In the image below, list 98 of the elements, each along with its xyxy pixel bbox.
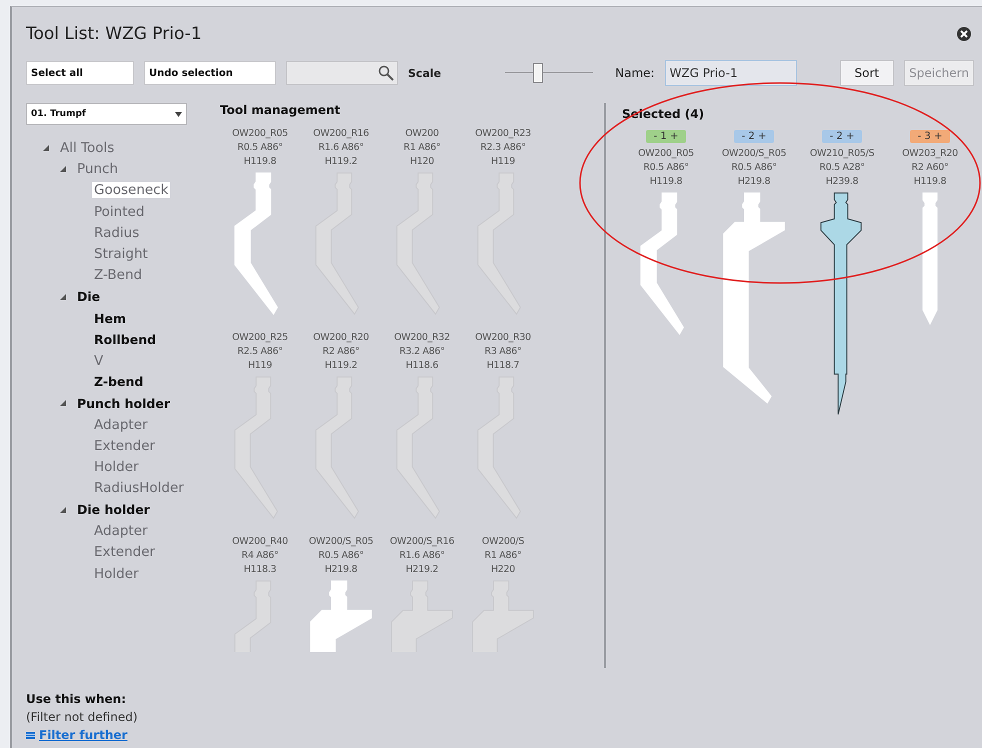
tool-height: H118.3 — [244, 563, 276, 577]
tool-height: H119.8 — [650, 175, 682, 189]
tree-item[interactable]: Hem — [92, 310, 128, 326]
dropdown-arrow-icon — [175, 112, 182, 116]
expand-triangle-icon[interactable] — [60, 166, 66, 172]
tool-height: H119.8 — [914, 175, 946, 189]
tree-item[interactable]: Z-Bend — [92, 267, 144, 284]
select-all-button[interactable]: Select all — [26, 61, 134, 85]
tool-spec: R0.5 A28° — [819, 161, 865, 175]
tool-height: H219.8 — [738, 175, 770, 189]
tool-spec: R1.6 A86° — [318, 141, 364, 155]
tool-height: H219.8 — [324, 563, 358, 577]
tree-item[interactable]: Punch holder — [75, 396, 172, 411]
tool-name: OW200_R40 — [232, 535, 288, 549]
tool-name: OW210_R05/S — [810, 147, 874, 161]
scale-slider[interactable] — [505, 61, 594, 85]
slider-thumb[interactable] — [532, 63, 543, 83]
expand-triangle-icon[interactable] — [60, 294, 66, 300]
tool-spec: R3.2 A86° — [399, 345, 445, 359]
tool-spec: R2.5 A86° — [237, 345, 283, 359]
tool-spec: R2.3 A86° — [480, 141, 526, 155]
tool-spec: R0.5 A86° — [318, 549, 364, 563]
list-icon — [26, 732, 35, 738]
tool-height: H119.8 — [244, 155, 276, 169]
tool-name: OW200_R05 — [638, 147, 694, 161]
tool-name: OW200/S_R05 — [722, 147, 786, 161]
tree-item[interactable]: Die holder — [75, 502, 152, 518]
expand-triangle-icon[interactable] — [43, 144, 49, 151]
search-icon — [378, 65, 394, 81]
tool-height: H120 — [410, 155, 434, 169]
tree-item[interactable]: Adapter — [92, 522, 150, 539]
tool-spec: R0.5 A86° — [731, 161, 777, 175]
tool-name: OW200_R05 — [232, 127, 288, 141]
tree-item[interactable]: All Tools — [58, 140, 116, 156]
tool-height: H220 — [490, 563, 516, 577]
scale-label: Scale — [408, 66, 442, 80]
tool-spec: R1 A86° — [404, 141, 440, 155]
tool-name: OW200_R32 — [394, 331, 450, 345]
tree-item[interactable]: Pointed — [92, 204, 146, 220]
search-field[interactable] — [286, 61, 398, 85]
tree-item[interactable]: Die — [75, 289, 102, 304]
manufacturer-dropdown[interactable]: 01. Trumpf — [26, 103, 187, 125]
tree-item[interactable]: Punch — [75, 160, 120, 177]
tool-spec: R1 A86° — [484, 549, 522, 563]
tool-height: H119.2 — [324, 155, 358, 169]
name-label: Name: — [615, 66, 655, 80]
filter-status: (Filter not defined) — [26, 710, 139, 724]
sort-button[interactable]: Sort — [840, 60, 894, 86]
quantity-badge[interactable]: - 3 + — [910, 130, 950, 143]
tree-item[interactable]: Straight — [92, 246, 150, 262]
tool-name: OW200_R16 — [313, 127, 369, 141]
tree-item[interactable]: Z-bend — [92, 374, 146, 390]
tool-height: H119 — [248, 359, 272, 373]
quantity-badge[interactable]: - 1 + — [646, 130, 686, 143]
tree-item[interactable]: RadiusHolder — [92, 480, 186, 496]
name-field[interactable]: WZG Prio-1 — [664, 60, 797, 86]
tree-item[interactable]: Holder — [92, 566, 141, 582]
tool-name: OW200_R20 — [313, 331, 369, 345]
quantity-badge[interactable]: - 2 + — [734, 130, 774, 143]
tool-height: H239.8 — [826, 175, 858, 189]
tool-name: OW200/S_R05 — [308, 535, 374, 549]
tool-spec: R2 A86° — [322, 345, 360, 359]
tree-item[interactable]: V — [92, 352, 106, 369]
undo-selection-button[interactable]: Undo selection — [144, 61, 276, 85]
tree-item[interactable]: Gooseneck — [92, 182, 170, 198]
tool-name: OW200/S — [482, 535, 524, 549]
tree-item[interactable]: Rollbend — [92, 332, 158, 347]
tool-name: OW200_R25 — [232, 331, 288, 345]
filter-heading: Use this when: — [26, 692, 128, 706]
window-title: Tool List: WZG Prio-1 — [26, 24, 203, 44]
tree-item[interactable]: Extender — [92, 438, 158, 454]
quantity-badge[interactable]: - 2 + — [822, 130, 862, 143]
tool-spec: R1.6 A86° — [399, 549, 445, 563]
tool-height: H219.2 — [406, 563, 438, 577]
tree-item[interactable]: Extender — [92, 544, 158, 560]
tree-item[interactable]: Holder — [92, 459, 141, 476]
tool-height: H118.7 — [486, 359, 520, 373]
expand-triangle-icon[interactable] — [60, 400, 66, 406]
tool-spec: R3 A86° — [484, 345, 522, 359]
section-title: Tool management — [220, 103, 342, 117]
tool-name: OW200/S_R16 — [390, 535, 454, 549]
tool-name: OW200_R23 — [475, 127, 531, 141]
expand-triangle-icon[interactable] — [60, 506, 66, 513]
tool-height: H119.2 — [324, 359, 358, 373]
tool-spec: R0.5 A86° — [643, 161, 689, 175]
tool-height: H119 — [490, 155, 516, 169]
tool-spec: R2 A60° — [912, 161, 948, 175]
filter-further-link[interactable]: Filter further — [26, 728, 206, 742]
tool-name: OW200_R30 — [475, 331, 531, 345]
tree-item[interactable]: Adapter — [92, 416, 150, 432]
close-icon[interactable] — [956, 26, 972, 42]
tool-name: OW200 — [405, 127, 439, 141]
tree-item[interactable]: Radius — [92, 224, 142, 241]
tool-height: H118.6 — [406, 359, 438, 373]
tool-spec: R4 A86° — [242, 549, 278, 563]
tool-drawing[interactable] — [820, 192, 862, 415]
tool-name: OW203_R20 — [902, 147, 958, 161]
tool-spec: R0.5 A86° — [237, 141, 283, 155]
